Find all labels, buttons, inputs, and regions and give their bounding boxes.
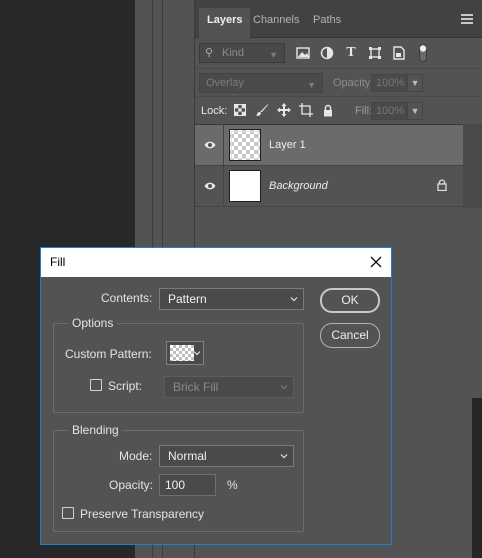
kind-filter-select[interactable]: ⚲ Kind ▼ (199, 43, 285, 63)
layer-thumbnail (229, 170, 261, 202)
type-layer-filter-icon[interactable]: T (343, 45, 359, 61)
options-group: Options (53, 316, 304, 413)
preserve-transparency-label: Preserve Transparency (80, 507, 205, 521)
script-select[interactable]: Brick Fill (164, 376, 294, 398)
close-icon[interactable] (367, 253, 385, 271)
layers-list: Layer 1 Background (195, 124, 482, 208)
smart-object-filter-icon[interactable] (391, 45, 407, 61)
blending-group-title: Blending (68, 423, 123, 437)
opacity-unit: % (227, 478, 238, 492)
visibility-eye-icon[interactable] (204, 140, 216, 150)
chevron-down-icon (193, 351, 201, 356)
lock-all-icon[interactable] (321, 103, 335, 117)
divider (223, 125, 224, 165)
options-group-title: Options (68, 316, 118, 330)
layer-opacity-label: Opacity: (333, 77, 374, 89)
dialog-body: Contents: Pattern Options Custom Pattern… (41, 277, 391, 544)
layer-fill-input[interactable]: 100% (371, 102, 407, 120)
contents-value: Pattern (168, 292, 207, 306)
fill-dialog: Fill Contents: Pattern Options Custom Pa… (40, 247, 392, 545)
divider (223, 166, 224, 206)
lock-transparent-pixels-icon[interactable] (233, 103, 247, 117)
mode-label: Mode: (119, 449, 153, 463)
panel-menu-icon[interactable] (461, 14, 473, 24)
pattern-preview (170, 345, 194, 361)
contents-label: Contents: (101, 291, 153, 305)
layer-row-layer-1[interactable]: Layer 1 (195, 125, 463, 166)
chevron-down-icon (280, 385, 288, 390)
kind-filter-label: Kind (222, 47, 245, 59)
custom-pattern-label: Custom Pattern: (65, 347, 152, 361)
layers-scrollbar[interactable] (463, 124, 482, 208)
chevron-down-icon (280, 454, 288, 459)
workspace-edge (472, 398, 482, 558)
blend-row: Overlay ▼ Opacity: 100% ▼ (195, 68, 482, 96)
adjustment-layer-filter-icon[interactable] (319, 45, 335, 61)
search-icon: ⚲ (205, 47, 214, 59)
tab-channels[interactable]: Channels (245, 8, 307, 38)
layer-filter-row: ⚲ Kind ▼ T (195, 38, 482, 68)
dialog-title: Fill (50, 255, 66, 269)
layer-opacity-input[interactable]: 100% (371, 74, 407, 92)
chevron-down-icon[interactable]: ▼ (407, 74, 423, 92)
layer-name: Background (269, 180, 328, 192)
script-checkbox[interactable] (90, 379, 102, 391)
blend-mode-select[interactable]: Overlay ▼ (199, 73, 323, 93)
opacity-label: Opacity: (109, 478, 154, 492)
cancel-button[interactable]: Cancel (320, 323, 380, 348)
script-label: Script: (108, 379, 143, 393)
blend-mode-value: Overlay (206, 77, 244, 89)
mode-value: Normal (168, 449, 207, 463)
layer-fill-label: Fill: (355, 105, 373, 117)
tab-layers[interactable]: Layers (199, 8, 251, 38)
layer-row-background[interactable]: Background (195, 166, 463, 207)
pattern-picker[interactable] (166, 341, 204, 365)
chevron-down-icon: ▼ (307, 80, 316, 90)
shape-layer-filter-icon[interactable] (367, 45, 383, 61)
lock-artboard-icon[interactable] (299, 103, 313, 117)
tab-paths[interactable]: Paths (305, 8, 349, 38)
chevron-down-icon[interactable]: ▼ (407, 102, 423, 120)
mode-select[interactable]: Normal (159, 445, 294, 467)
lock-position-icon[interactable] (277, 103, 291, 117)
lock-image-pixels-icon[interactable] (255, 103, 269, 117)
preserve-transparency-checkbox[interactable] (62, 507, 74, 519)
ok-button[interactable]: OK (320, 288, 380, 313)
pixel-layer-filter-icon[interactable] (295, 45, 311, 61)
dialog-titlebar[interactable]: Fill (41, 248, 391, 277)
lock-row: Lock: Fill: 100% ▼ (195, 96, 482, 124)
chevron-down-icon: ▼ (269, 50, 278, 60)
visibility-eye-icon[interactable] (204, 181, 216, 191)
panel-tabbar: Layers Channels Paths (195, 0, 482, 38)
lock-label: Lock: (201, 105, 228, 117)
contents-select[interactable]: Pattern (159, 288, 304, 310)
lock-icon (437, 179, 447, 191)
script-value: Brick Fill (173, 380, 219, 394)
filter-toggle-icon[interactable] (415, 44, 431, 62)
opacity-input[interactable]: 100 (159, 474, 216, 496)
chevron-down-icon (290, 297, 298, 302)
layer-thumbnail (229, 129, 261, 161)
layer-name: Layer 1 (269, 139, 306, 151)
